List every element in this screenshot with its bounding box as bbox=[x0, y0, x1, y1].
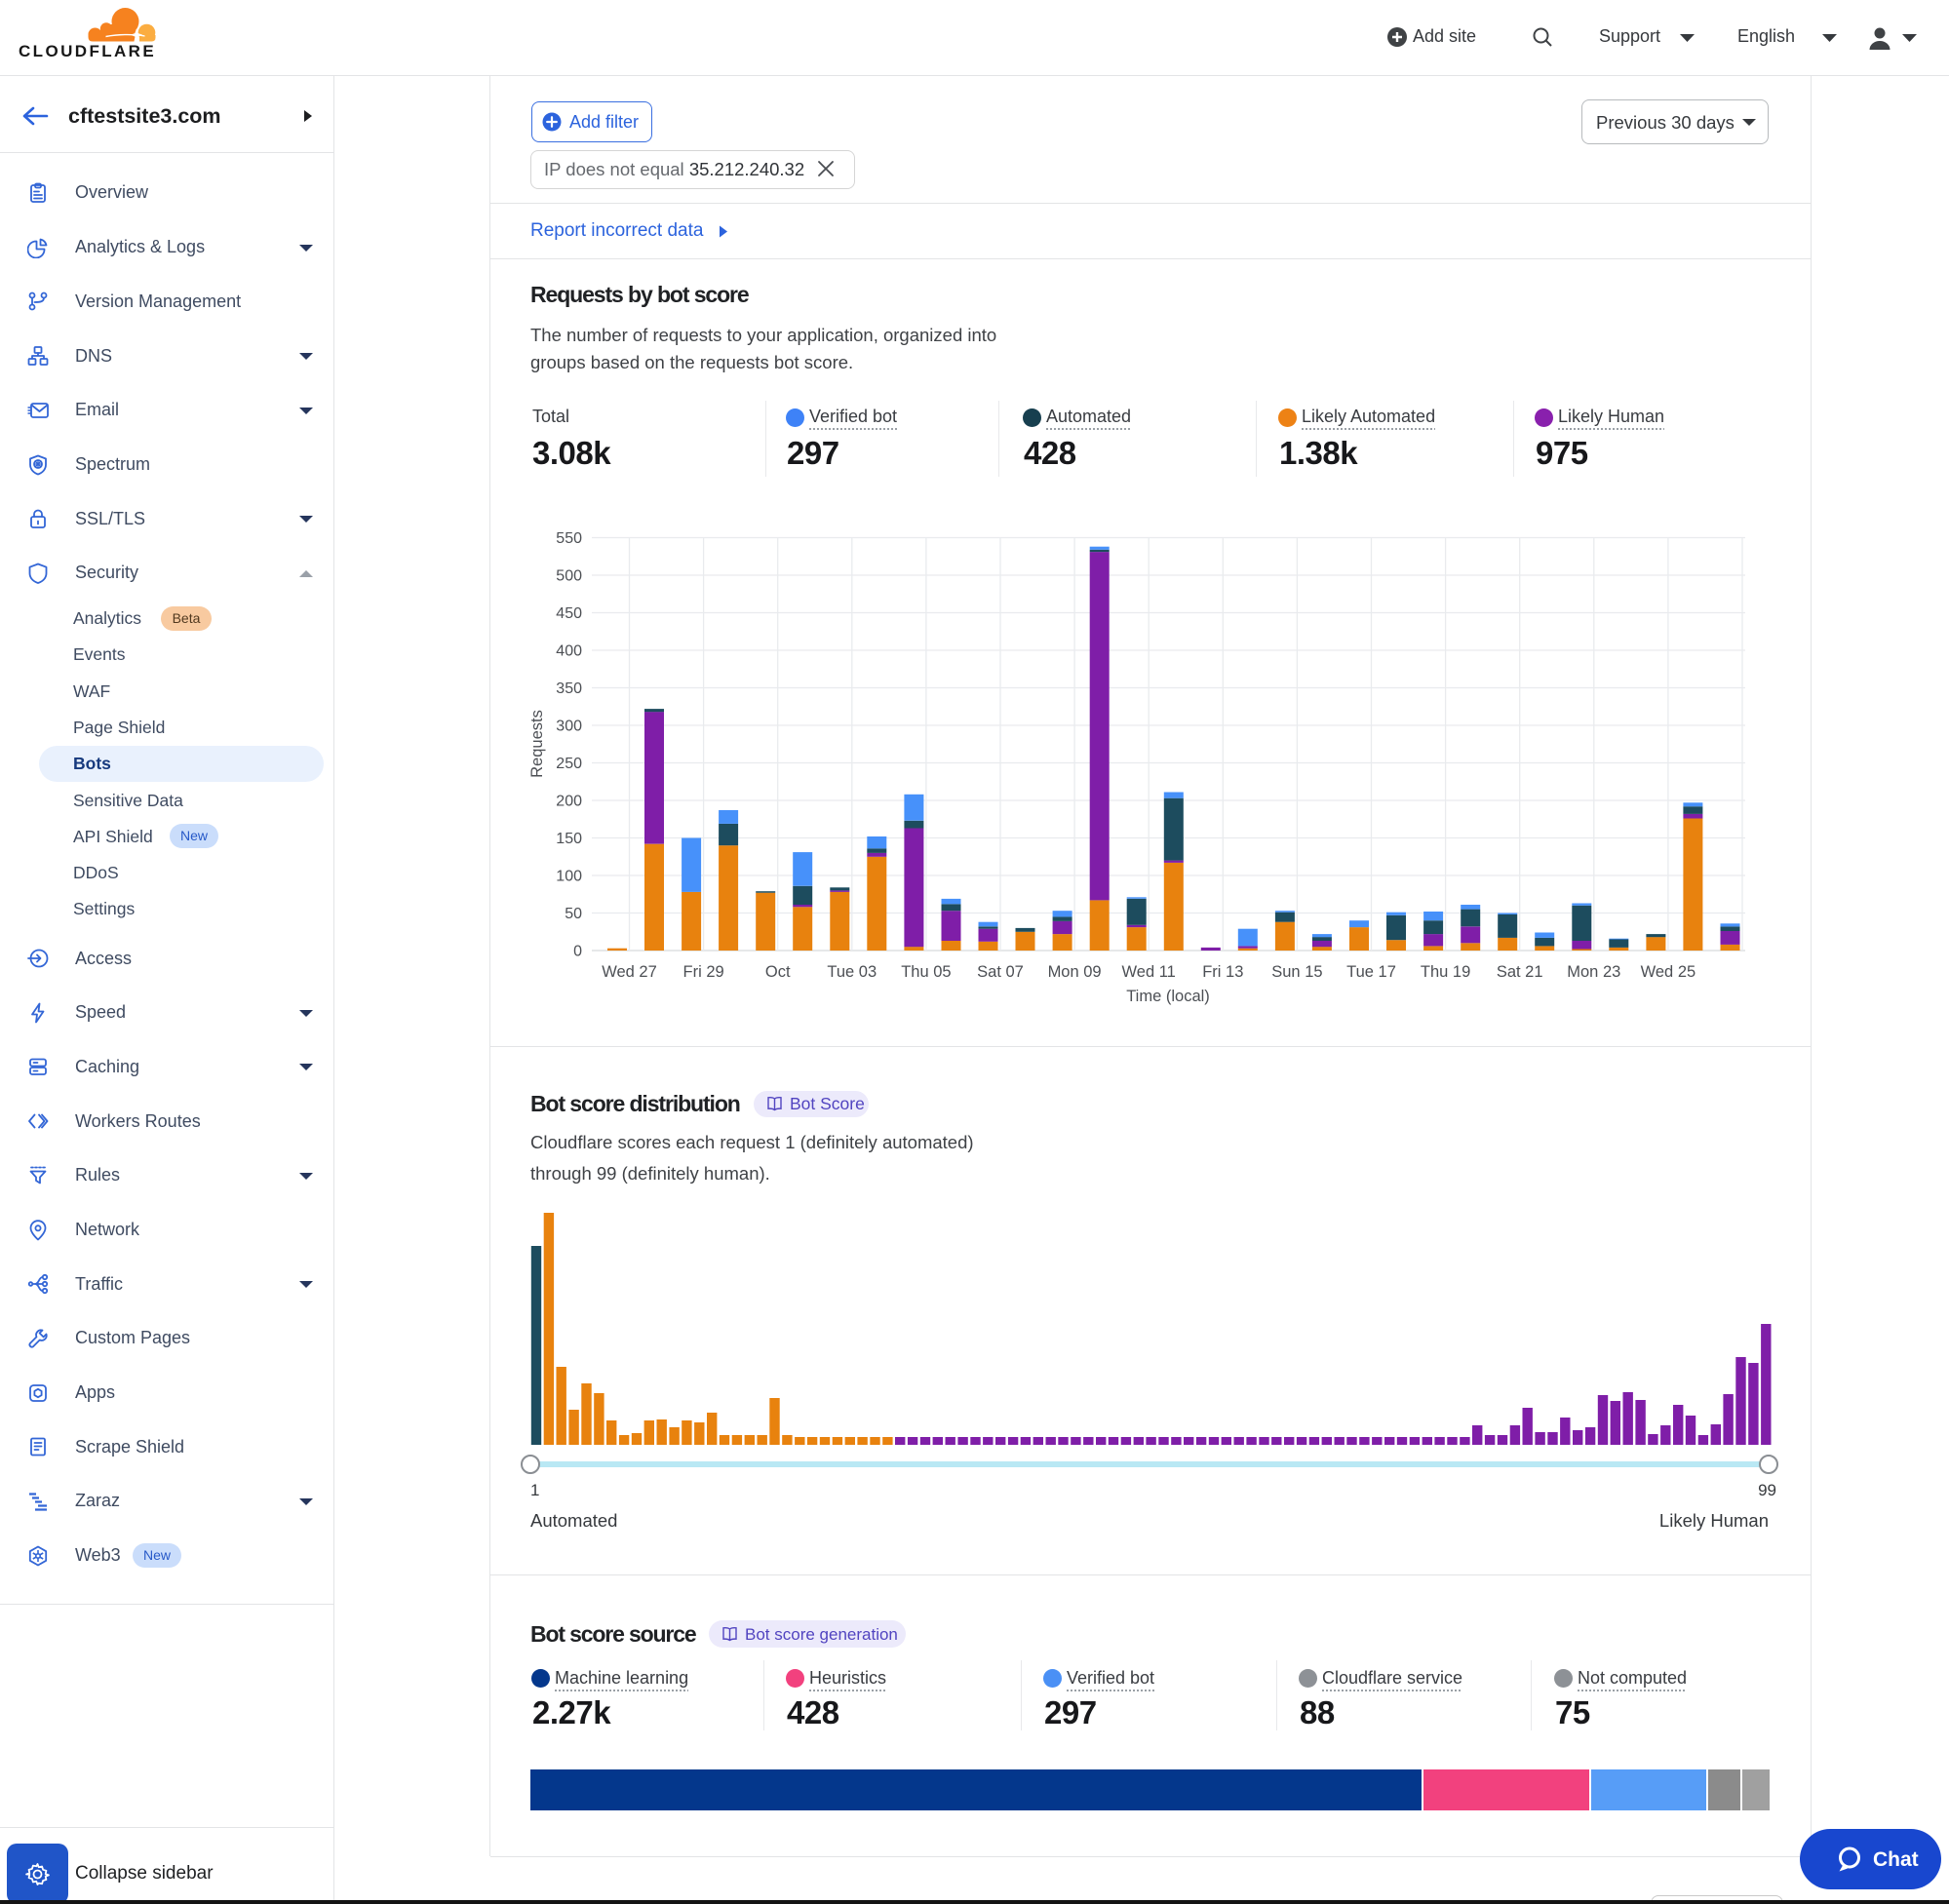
svg-text:Fri 29: Fri 29 bbox=[683, 963, 724, 981]
svg-text:200: 200 bbox=[556, 794, 582, 810]
svg-text:Time (local): Time (local) bbox=[1126, 988, 1210, 1005]
svg-text:Wed 11: Wed 11 bbox=[1122, 963, 1176, 981]
svg-text:Sat 21: Sat 21 bbox=[1497, 963, 1543, 981]
svg-text:Thu 19: Thu 19 bbox=[1421, 963, 1470, 981]
svg-text:Mon 23: Mon 23 bbox=[1567, 963, 1620, 981]
svg-text:350: 350 bbox=[556, 680, 582, 697]
svg-text:300: 300 bbox=[556, 719, 582, 735]
svg-text:0: 0 bbox=[573, 944, 582, 960]
svg-text:100: 100 bbox=[556, 869, 582, 885]
svg-text:250: 250 bbox=[556, 756, 582, 772]
svg-text:Tue 03: Tue 03 bbox=[827, 963, 877, 981]
svg-text:500: 500 bbox=[556, 568, 582, 585]
svg-text:Fri 13: Fri 13 bbox=[1202, 963, 1243, 981]
svg-text:Sat 07: Sat 07 bbox=[977, 963, 1024, 981]
svg-text:Wed 25: Wed 25 bbox=[1641, 963, 1696, 981]
svg-text:Requests: Requests bbox=[528, 710, 546, 778]
svg-text:50: 50 bbox=[565, 906, 582, 922]
svg-text:400: 400 bbox=[556, 643, 582, 660]
svg-text:Sun 15: Sun 15 bbox=[1271, 963, 1322, 981]
svg-text:Thu 05: Thu 05 bbox=[901, 963, 951, 981]
svg-text:Tue 17: Tue 17 bbox=[1346, 963, 1396, 981]
svg-text:Wed 27: Wed 27 bbox=[602, 963, 657, 981]
svg-text:550: 550 bbox=[556, 530, 582, 547]
svg-text:450: 450 bbox=[556, 605, 582, 622]
svg-text:Mon 09: Mon 09 bbox=[1048, 963, 1102, 981]
svg-text:Oct: Oct bbox=[765, 963, 791, 981]
svg-text:150: 150 bbox=[556, 831, 582, 847]
